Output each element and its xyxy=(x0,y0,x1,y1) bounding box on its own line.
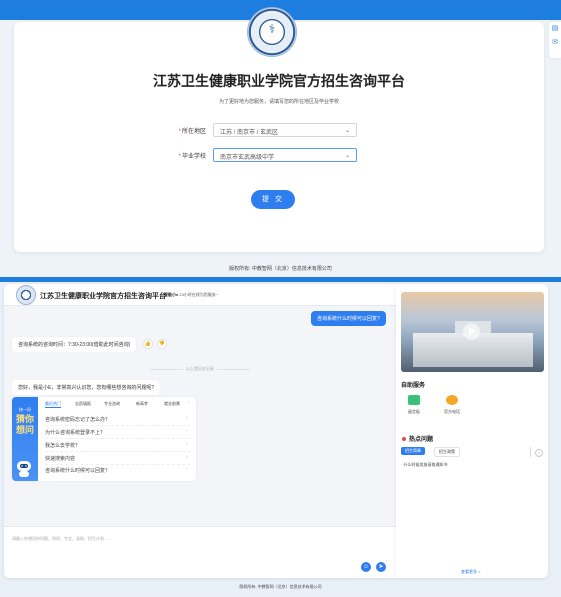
faq-banner-title: 猜你想问 xyxy=(15,414,34,435)
bot-greeting: 您好，我是小E，非常高兴认识您，您有哪些想咨询的问题呢? xyxy=(12,380,161,395)
chevron-down-icon: ⌄ xyxy=(344,153,350,159)
region-select[interactable]: 江苏 / 南京市 / 玄武区 ⌄ xyxy=(213,123,357,137)
service-info: 智能小e 24小时在线为您服务~ xyxy=(164,292,218,298)
divider xyxy=(530,447,531,457)
play-icon xyxy=(469,327,476,335)
chevron-right-icon: › xyxy=(186,441,188,447)
chevron-right-icon[interactable]: › xyxy=(188,400,190,406)
faq-tab-career[interactable]: 就业前景 xyxy=(164,401,180,407)
message-board-icon[interactable] xyxy=(408,395,420,405)
chevron-down-icon: ⌄ xyxy=(344,128,350,134)
faq-item[interactable]: 快速搜索内容 xyxy=(45,455,75,462)
region-label-text: 所在地区 xyxy=(181,129,206,135)
hot-dot-icon xyxy=(402,437,406,441)
chat-logo xyxy=(16,285,36,305)
mail-icon[interactable]: ✉ xyxy=(549,36,561,50)
chat-title: 江苏卫生健康职业学院官方招生咨询平台 xyxy=(40,293,166,300)
bot-reply: 咨询系统的咨询时间：7:30-23:00(借助此时间咨询) xyxy=(12,337,137,352)
hot-question-item[interactable]: · 什么时候发放录取通知书 xyxy=(401,462,447,468)
history-divider-label: 以上是历史记录 xyxy=(183,366,217,371)
service-label-message-board[interactable]: 留言板 xyxy=(399,409,429,415)
school-select[interactable]: 南京市玄武高级中学 ⌄ xyxy=(213,148,357,162)
input-placeholder: 请输入你想问的问题，例如：专业、录取、招生计划…… xyxy=(12,536,112,541)
thumbs-up-icon[interactable]: 👍 xyxy=(143,339,153,349)
faq-tab-volunteer[interactable]: 志愿填报 xyxy=(75,401,91,407)
service-tagline: 24小时在线为您服务~ xyxy=(179,292,219,297)
page-subtitle: 为了更好地为您服务，请填写您的所在地区及毕业学校 xyxy=(218,99,339,105)
faq-tab-new-exam[interactable]: 新高考 xyxy=(136,401,148,407)
page-title: 江苏卫生健康职业学院官方招生咨询平台 xyxy=(153,73,405,89)
copyright-footer: 版权所有: 中教智网（北京）信息技术有限公司 xyxy=(229,266,332,272)
service-name: 智能小e xyxy=(164,292,179,297)
copyright-footer: 版权所有: 中教智网（北京）信息技术有限公司 xyxy=(239,584,322,589)
faq-item[interactable]: 咨询系统密码忘记了怎么办？ xyxy=(45,416,110,423)
faq-separator xyxy=(45,451,190,452)
history-divider-text: 以上是历史记录 xyxy=(150,366,250,372)
chevron-right-icon: › xyxy=(186,466,188,472)
faq-separator xyxy=(45,464,190,465)
hot-tab-brochure[interactable]: 招生简章 xyxy=(401,447,425,455)
phone-icon[interactable] xyxy=(446,395,458,405)
faq-item[interactable]: 咨询系统什么时候可以回复？ xyxy=(45,467,110,474)
service-label-phone[interactable]: 官方电话 xyxy=(437,409,467,415)
faq-tab-major[interactable]: 专业咨询 xyxy=(104,401,120,407)
submit-button[interactable]: 提 交 xyxy=(251,190,295,209)
region-label: *所在地区 xyxy=(154,126,206,135)
thumbs-down-icon[interactable]: 👎 xyxy=(157,339,167,349)
menu-icon[interactable]: ▤ xyxy=(549,22,561,36)
message-input[interactable] xyxy=(4,526,396,578)
hot-tab-policy[interactable]: 招生政策 xyxy=(434,447,460,457)
side-toolbar: ▤ ✉ xyxy=(549,22,561,58)
faq-item[interactable]: 为什么咨询系统登录不上？ xyxy=(45,429,105,436)
faq-separator xyxy=(45,425,190,426)
view-more-link[interactable]: 查看更多 > xyxy=(461,569,480,575)
user-message: 咨询系统什么时候可以回复? xyxy=(311,311,386,326)
school-label-text: 毕业学校 xyxy=(181,154,206,160)
hot-questions-title: 热点问题 xyxy=(409,437,434,443)
robot-icon xyxy=(17,461,31,477)
emoji-icon[interactable]: ☺ xyxy=(361,562,371,572)
region-value: 江苏 / 南京市 / 玄武区 xyxy=(220,130,279,136)
chat-top-strip xyxy=(0,277,561,282)
required-mark: * xyxy=(178,154,181,160)
chevron-right-icon[interactable]: › xyxy=(535,449,543,457)
registration-card xyxy=(14,22,544,252)
faq-separator xyxy=(45,438,190,439)
school-value: 南京市玄武高级中学 xyxy=(220,155,275,161)
send-icon[interactable]: ➤ xyxy=(376,562,386,572)
faq-tab-hot[interactable]: 最近热门 xyxy=(45,401,61,408)
faq-item[interactable]: 我怎么去学校？ xyxy=(45,442,80,449)
required-mark: * xyxy=(178,129,181,135)
logo-emblem-icon: ⚕ xyxy=(268,22,276,36)
self-service-title: 自助服务 xyxy=(401,383,426,389)
chevron-right-icon: › xyxy=(186,454,188,460)
faq-banner-small: 快一问 xyxy=(19,407,31,412)
chevron-right-icon: › xyxy=(186,428,188,434)
chevron-right-icon: › xyxy=(186,415,188,421)
school-label: *毕业学校 xyxy=(154,151,206,160)
